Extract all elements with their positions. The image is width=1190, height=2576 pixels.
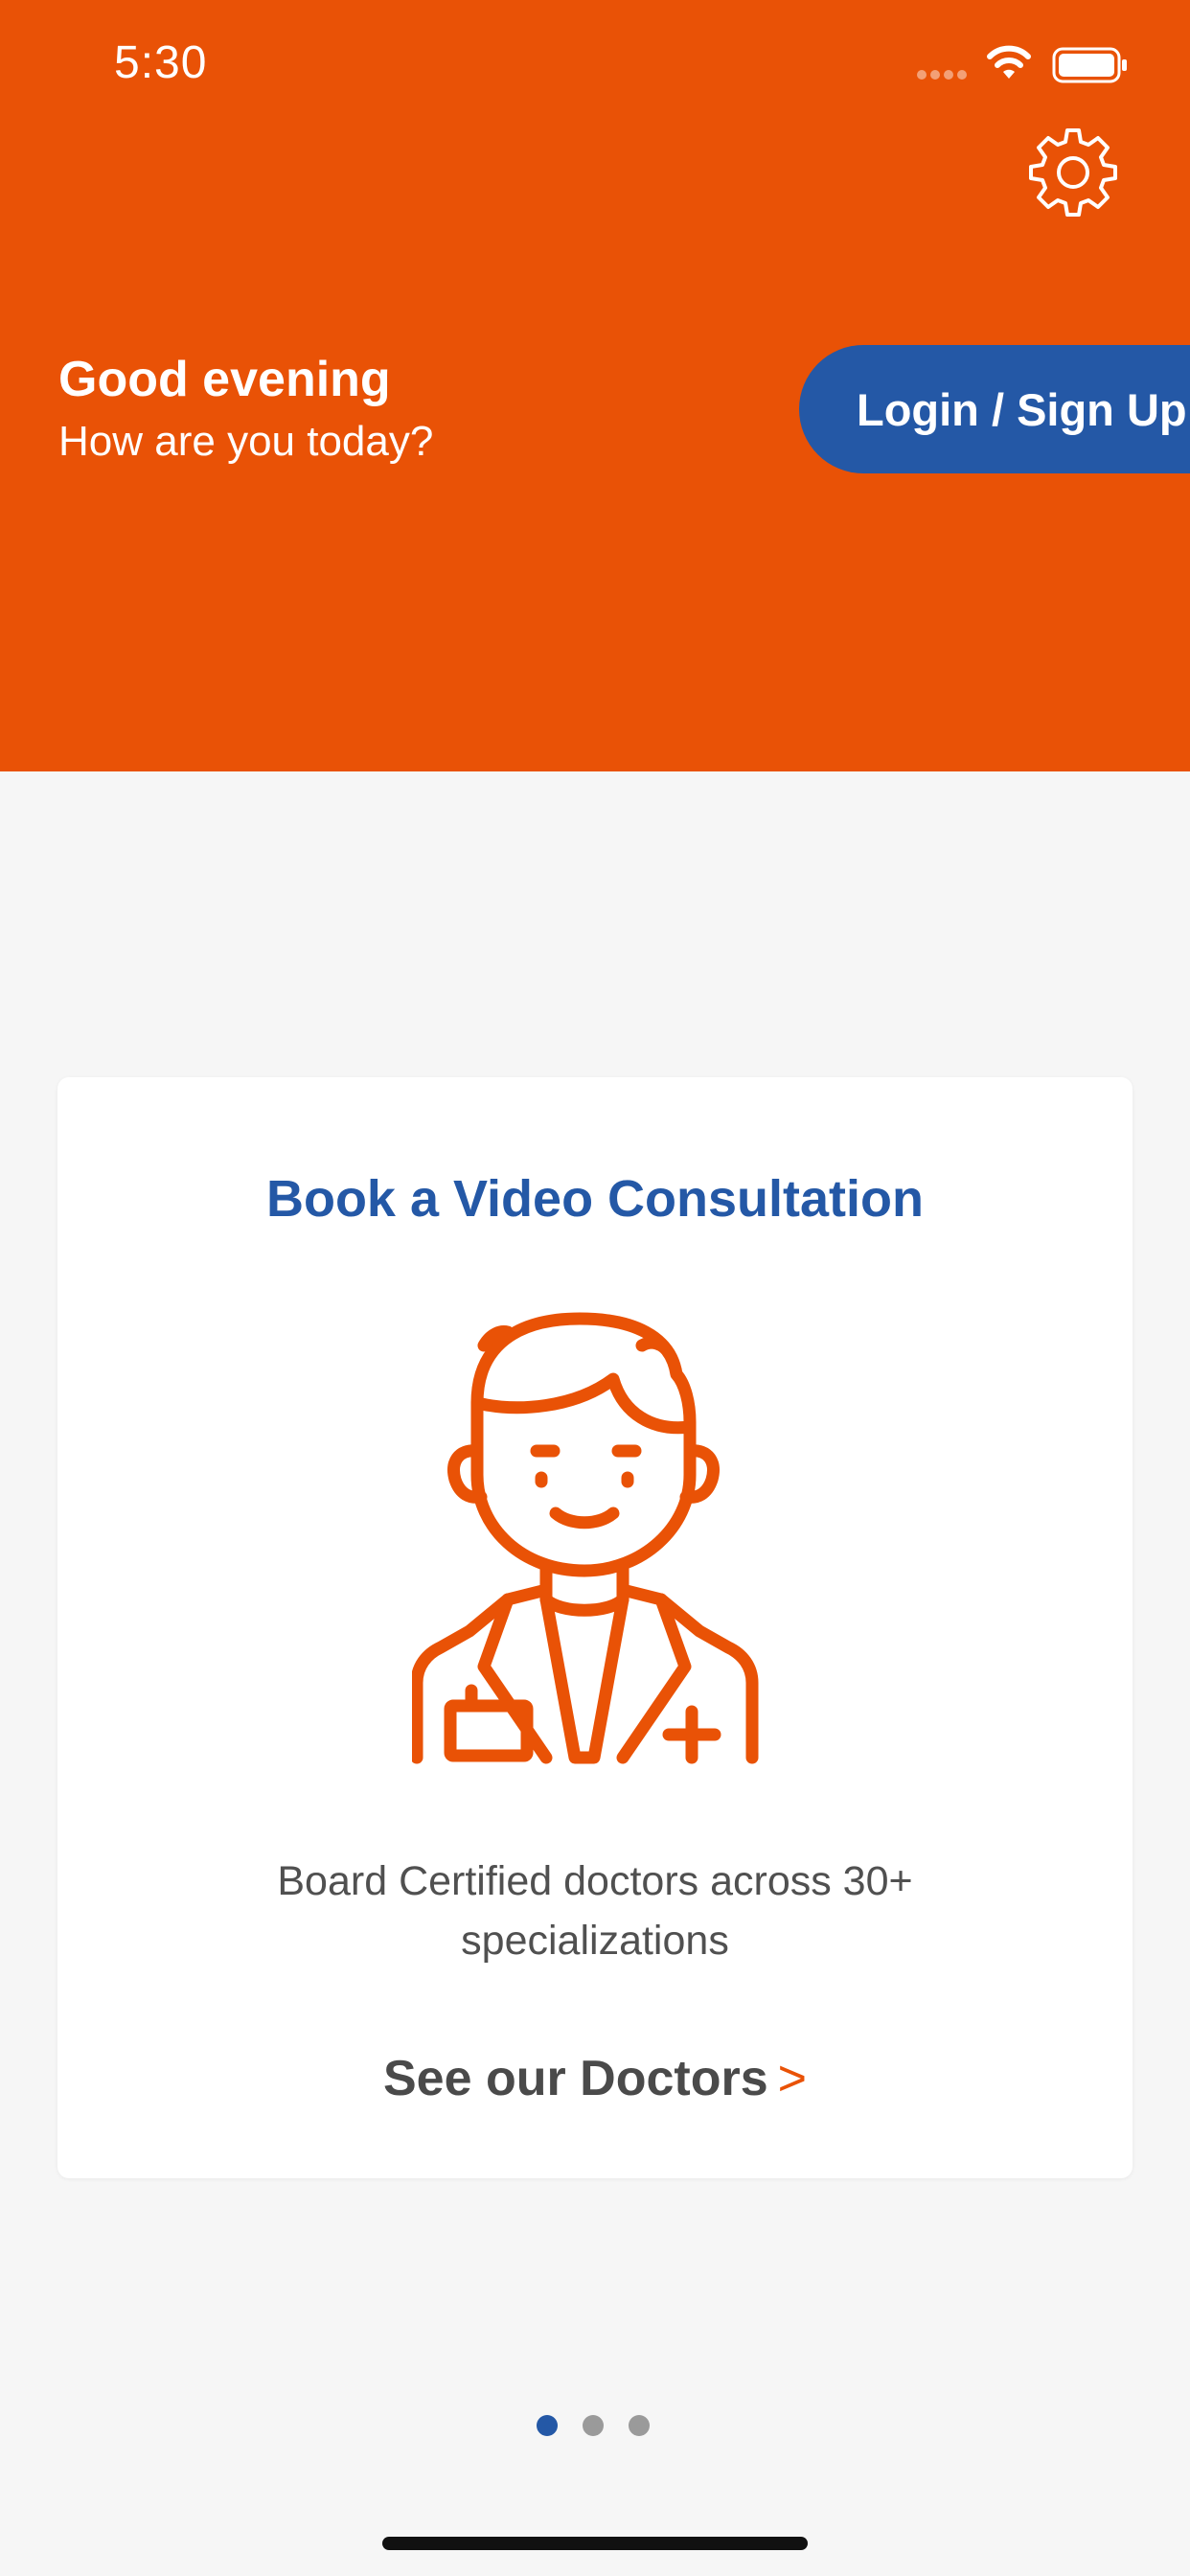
chevron-right-icon: >	[777, 2051, 808, 2106]
gear-icon[interactable]	[1025, 125, 1121, 220]
greeting-title: Good evening	[58, 352, 391, 407]
wifi-icon	[987, 45, 1031, 79]
status-time: 5:30	[114, 37, 208, 88]
see-doctors-label: See our Doctors	[382, 2051, 768, 2106]
page-dot[interactable]	[537, 2415, 558, 2436]
home-indicator[interactable]	[382, 2537, 808, 2550]
battery-icon	[1052, 47, 1127, 83]
header: 5:30 Good evening How are you today? Log…	[0, 0, 1190, 771]
doctor-icon	[412, 1312, 759, 1764]
card-description: Board Certified doctors across 30+ speci…	[277, 1858, 913, 1964]
page-dot[interactable]	[629, 2415, 650, 2436]
greeting-subtitle: How are you today?	[58, 418, 434, 465]
login-signup-button[interactable]: Login / Sign Up	[799, 345, 1190, 473]
see-doctors-link[interactable]: See our Doctors >	[57, 2050, 1133, 2107]
page-dot[interactable]	[583, 2415, 604, 2436]
consultation-card[interactable]: Book a Video Consultation Board Certifie…	[57, 1077, 1133, 2178]
page-indicator[interactable]	[537, 2415, 653, 2438]
card-title: Book a Video Consultation	[265, 1170, 925, 1228]
